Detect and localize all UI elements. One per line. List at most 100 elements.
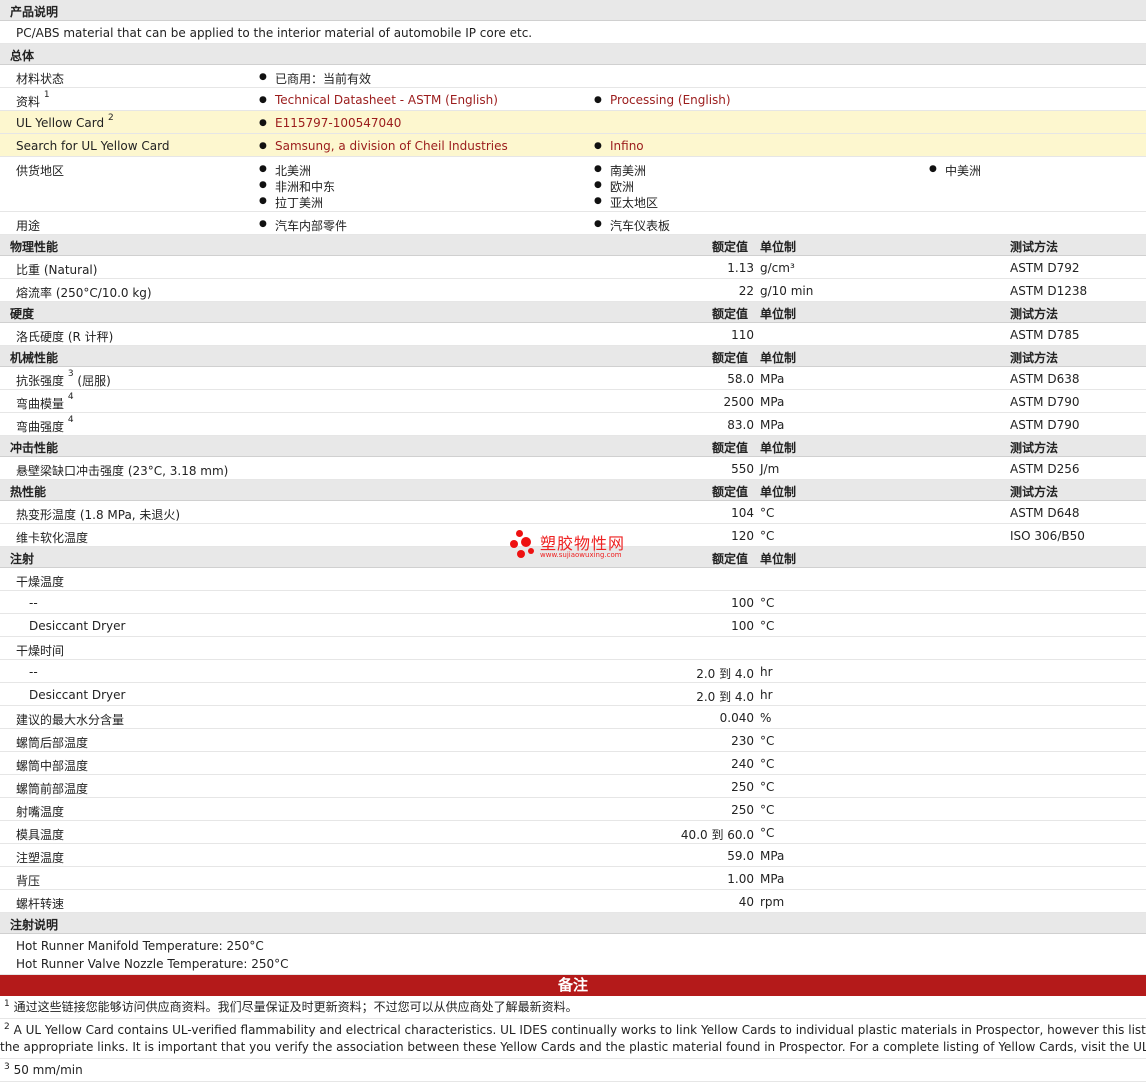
header-value: 额定值 — [712, 441, 749, 455]
property-method: ISO 306/B50 — [1010, 529, 1085, 543]
property-value: 40 — [738, 895, 754, 909]
sub-label: Desiccant Dryer — [29, 688, 126, 702]
property-method: ASTM D256 — [1010, 462, 1080, 476]
link-infino[interactable]: Infino — [594, 139, 643, 154]
property-method: ASTM D790 — [1010, 418, 1080, 432]
docs-label: 资料 1 — [16, 90, 50, 109]
property-method: ASTM D638 — [1010, 372, 1080, 386]
property-unit: °C — [760, 780, 775, 794]
property-label: 弯曲模量 4 — [16, 392, 74, 411]
section-physical: 物理性能 额定值 单位制 测试方法 — [0, 235, 1146, 256]
property-value: 22 — [738, 284, 754, 298]
header-unit: 单位制 — [760, 441, 797, 455]
status-value: 已商用：当前有效 — [259, 70, 371, 87]
header-value: 额定值 — [712, 351, 749, 365]
property-label: 螺筒后部温度 — [16, 736, 89, 750]
table-row: 抗张强度 3 (屈服) 58.0 MPa ASTM D638 — [0, 367, 1146, 390]
property-unit: rpm — [760, 895, 785, 909]
product-description: PC/ABS material that can be applied to t… — [16, 26, 533, 40]
use-label: 用途 — [16, 219, 41, 233]
header-method: 测试方法 — [1010, 485, 1059, 499]
header-unit: 单位制 — [760, 552, 797, 566]
logo-dot-icon — [516, 530, 523, 537]
header-method: 测试方法 — [1010, 240, 1059, 254]
link-ul-card[interactable]: E115797-100547040 — [259, 116, 401, 131]
property-value: 100 — [731, 596, 754, 610]
property-label: 热变形温度 (1.8 MPa, 未退火) — [16, 508, 181, 522]
property-value: 100 — [731, 619, 754, 633]
ul-card-label: UL Yellow Card 2 — [16, 113, 114, 130]
logo-dot-icon — [521, 537, 531, 547]
section-title: 物理性能 — [10, 240, 59, 254]
property-unit: MPa — [760, 372, 785, 386]
property-unit: MPa — [760, 849, 785, 863]
table-row: 弯曲模量 4 2500 MPa ASTM D790 — [0, 390, 1146, 413]
sub-label: -- — [29, 665, 38, 679]
datasheet: 产品说明 PC/ABS material that can be applied… — [0, 0, 1146, 1082]
logo-dot-icon — [510, 540, 518, 548]
region-item: 非洲和中东 — [259, 178, 335, 195]
header-unit: 单位制 — [760, 485, 797, 499]
property-label: 比重 (Natural) — [16, 263, 98, 277]
section-impact: 冲击性能 额定值 单位制 测试方法 — [0, 436, 1146, 457]
header-value: 额定值 — [712, 240, 749, 254]
property-unit: °C — [760, 506, 775, 520]
table-row: -- 100 °C — [0, 591, 1146, 614]
link-processing[interactable]: Processing (English) — [594, 93, 731, 108]
property-unit: MPa — [760, 418, 785, 432]
remark-3: 3 50 mm/min — [0, 1059, 1146, 1082]
docs-row: 资料 1 Technical Datasheet - ASTM (English… — [0, 88, 1146, 111]
header-value: 额定值 — [712, 552, 749, 566]
section-product: 产品说明 — [0, 0, 1146, 21]
header-value: 额定值 — [712, 485, 749, 499]
property-unit: MPa — [760, 872, 785, 886]
watermark-url: www.sujiaowuxing.com — [540, 551, 622, 559]
section-general: 总体 — [0, 44, 1146, 65]
property-label: 维卡软化温度 — [16, 531, 89, 545]
property-value: 240 — [731, 757, 754, 771]
section-hardness: 硬度 额定值 单位制 测试方法 — [0, 302, 1146, 323]
watermark-logo: 塑胶物性网 www.sujiaowuxing.com — [508, 528, 648, 564]
table-row: -- 2.0 到 4.0 hr — [0, 660, 1146, 683]
property-label: 背压 — [16, 874, 41, 888]
remark-2: 2 A UL Yellow Card contains UL-verified … — [0, 1019, 1146, 1059]
property-value: 40.0 到 60.0 — [680, 828, 754, 842]
property-method: ASTM D1238 — [1010, 284, 1088, 298]
header-method: 测试方法 — [1010, 441, 1059, 455]
property-value: 250 — [731, 803, 754, 817]
drying-temp-row: 干燥温度 — [0, 568, 1146, 591]
section-mechanical: 机械性能 额定值 单位制 测试方法 — [0, 346, 1146, 367]
region-item: 北美洲 — [259, 162, 311, 179]
section-injection-notes: 注射说明 — [0, 913, 1146, 934]
note-line: Hot Runner Valve Nozzle Temperature: 250… — [16, 957, 289, 971]
injection-notes-row: Hot Runner Manifold Temperature: 250°C H… — [0, 934, 1146, 975]
link-samsung[interactable]: Samsung, a division of Cheil Industries — [259, 139, 508, 154]
ul-search-label: Search for UL Yellow Card — [16, 139, 170, 153]
table-row: 建议的最大水分含量 0.040 % — [0, 706, 1146, 729]
property-label: 悬壁梁缺口冲击强度 (23°C, 3.18 mm) — [16, 464, 229, 478]
section-title: 总体 — [10, 49, 35, 63]
property-value: 550 — [731, 462, 754, 476]
region-item: 欧洲 — [594, 178, 634, 195]
property-value: 110 — [731, 328, 754, 342]
ul-search-row: Search for UL Yellow Card Samsung, a div… — [0, 134, 1146, 157]
property-unit: °C — [760, 757, 775, 771]
section-title: 硬度 — [10, 307, 35, 321]
section-title: 热性能 — [10, 485, 47, 499]
link-technical-datasheet[interactable]: Technical Datasheet - ASTM (English) — [259, 93, 498, 108]
table-row: 射嘴温度 250 °C — [0, 798, 1146, 821]
property-value: 104 — [731, 506, 754, 520]
remark-1: 1 通过这些链接您能够访问供应商资料。我们尽量保证及时更新资料；不过您可以从供应… — [0, 996, 1146, 1019]
use-item: 汽车内部零件 — [259, 217, 347, 234]
property-value: 2.0 到 4.0 — [696, 690, 754, 704]
section-thermal: 热性能 额定值 单位制 测试方法 — [0, 480, 1146, 501]
property-value: 59.0 — [727, 849, 754, 863]
property-method: ASTM D790 — [1010, 395, 1080, 409]
region-item: 亚太地区 — [594, 194, 658, 211]
note-line: Hot Runner Manifold Temperature: 250°C — [16, 939, 264, 953]
region-item: 拉丁美洲 — [259, 194, 323, 211]
property-unit: J/m — [760, 462, 780, 476]
property-label: 建议的最大水分含量 — [16, 713, 125, 727]
property-method: ASTM D785 — [1010, 328, 1080, 342]
section-title: 机械性能 — [10, 351, 59, 365]
